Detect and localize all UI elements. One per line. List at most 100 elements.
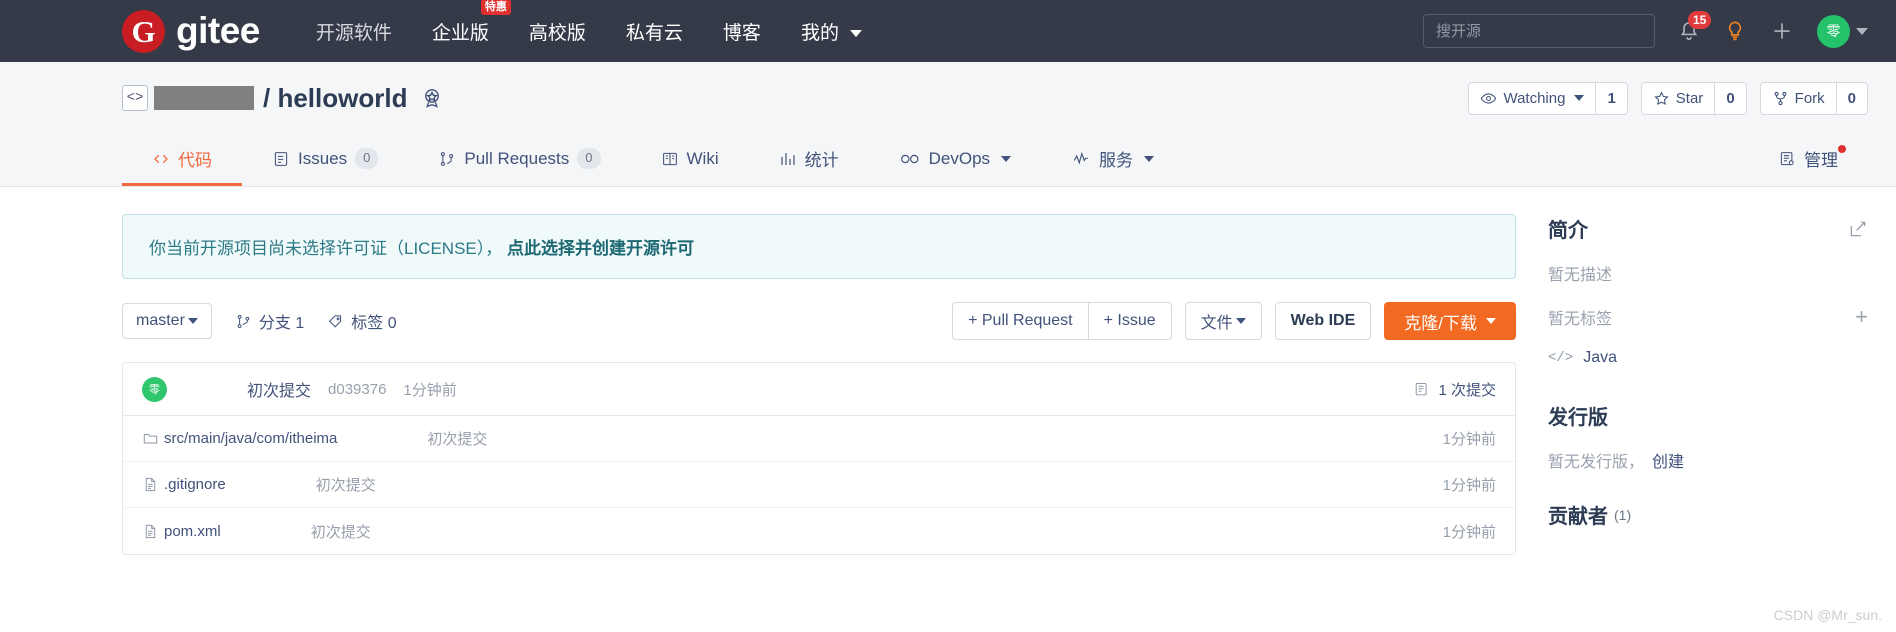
description-text: 暂无描述 bbox=[1548, 267, 1613, 284]
star-count[interactable]: 0 bbox=[1715, 81, 1747, 115]
search-input[interactable] bbox=[1423, 14, 1655, 48]
new-issue-button[interactable]: + Issue bbox=[1088, 302, 1172, 340]
nav-link-mine[interactable]: 我的 bbox=[800, 14, 863, 49]
notifications-button[interactable]: 15 bbox=[1677, 11, 1712, 43]
star-button-group: Star 0 bbox=[1640, 81, 1747, 115]
create-buttons-group: + Pull Request + Issue bbox=[952, 302, 1172, 340]
license-notice-banner: 你当前开源项目尚未选择许可证（LICENSE）， 点此选择并创建开源许可 bbox=[122, 214, 1516, 279]
nav-link-opensource[interactable]: 开源软件 bbox=[316, 14, 392, 49]
tab-pull-requests[interactable]: Pull Requests 0 bbox=[408, 134, 630, 186]
top-nav-right-group: 15 零 bbox=[1423, 11, 1868, 48]
latest-commit-row: 零 初次提交 d039376 1分钟前 1 次提交 bbox=[123, 363, 1515, 416]
branch-selector-label: master bbox=[136, 312, 185, 329]
tab-wiki[interactable]: Wiki bbox=[631, 134, 749, 186]
commit-sha[interactable]: d039376 bbox=[328, 381, 386, 398]
no-releases-text: 暂无发行版， bbox=[1548, 454, 1645, 471]
file-time: 1分钟前 bbox=[1442, 477, 1496, 494]
page-body: 你当前开源项目尚未选择许可证（LICENSE）， 点此选择并创建开源许可 mas… bbox=[0, 187, 1896, 555]
user-menu-button[interactable]: 零 bbox=[1817, 14, 1868, 48]
nav-link-label: 我的 bbox=[800, 22, 839, 44]
releases-heading: 发行版 bbox=[1548, 401, 1868, 430]
tab-issues[interactable]: Issues 0 bbox=[242, 134, 408, 186]
tab-code[interactable]: 代码 bbox=[122, 134, 242, 186]
star-button[interactable]: Star bbox=[1640, 81, 1716, 115]
repo-path-separator: / bbox=[263, 82, 271, 113]
new-pull-request-button[interactable]: + Pull Request bbox=[952, 302, 1089, 340]
manage-notification-dot bbox=[1838, 145, 1846, 153]
eye-icon bbox=[1481, 92, 1497, 104]
tab-devops[interactable]: DevOps bbox=[869, 134, 1041, 186]
chevron-down-icon bbox=[1235, 318, 1246, 324]
table-row[interactable]: pom.xml 初次提交 1分钟前 bbox=[123, 508, 1515, 554]
chevron-down-icon bbox=[187, 318, 198, 324]
clone-download-button[interactable]: 克隆/下载 bbox=[1384, 302, 1516, 340]
nav-link-label: 开源软件 bbox=[315, 22, 392, 44]
create-new-button[interactable] bbox=[1769, 18, 1795, 44]
contributors-count: (1) bbox=[1614, 506, 1632, 523]
intro-heading: 简介 bbox=[1548, 214, 1868, 243]
sidebar-section-contributors: 贡献者 (1) bbox=[1548, 500, 1868, 529]
tags-link[interactable]: 标签 0 bbox=[327, 309, 397, 333]
file-time: 1分钟前 bbox=[1442, 431, 1496, 448]
fork-button[interactable]: Fork bbox=[1759, 81, 1837, 115]
nav-link-blog[interactable]: 博客 bbox=[723, 14, 761, 49]
fork-count[interactable]: 0 bbox=[1836, 81, 1868, 115]
watch-count[interactable]: 1 bbox=[1596, 81, 1628, 115]
branch-selector[interactable]: master bbox=[122, 303, 212, 339]
branch-icon bbox=[237, 314, 250, 328]
files-menu-button[interactable]: 文件 bbox=[1184, 302, 1262, 340]
repository-title-row: <> / helloworld Watching 1 Star 0 Fork 0 bbox=[122, 62, 1868, 134]
watch-button[interactable]: Watching bbox=[1468, 81, 1597, 115]
commit-count-label: 1 次提交 bbox=[1438, 381, 1496, 399]
tab-label: 代码 bbox=[178, 151, 212, 170]
ideas-button[interactable] bbox=[1723, 19, 1747, 43]
file-name[interactable]: src/main/java/com/itheima bbox=[164, 430, 337, 447]
repo-award-badge[interactable] bbox=[420, 86, 444, 110]
pulse-icon bbox=[1073, 151, 1088, 165]
sidebar-section-intro: 简介 暂无描述 暂无标签 + </> Java bbox=[1548, 214, 1868, 367]
repo-owner-redacted[interactable] bbox=[154, 86, 254, 110]
repo-name-label[interactable]: helloworld bbox=[277, 83, 407, 113]
branches-link[interactable]: 分支 1 bbox=[235, 309, 304, 333]
tab-count-badge: 0 bbox=[577, 148, 601, 169]
page-title: / helloworld bbox=[263, 83, 407, 114]
avatar: 零 bbox=[1817, 14, 1850, 48]
chevron-down-icon bbox=[1144, 155, 1155, 162]
language-label: Java bbox=[1583, 349, 1618, 366]
table-row[interactable]: src/main/java/com/itheima 初次提交 1分钟前 bbox=[123, 416, 1515, 462]
web-ide-button[interactable]: Web IDE bbox=[1274, 302, 1372, 340]
files-menu-label: 文件 bbox=[1200, 315, 1233, 332]
lightbulb-icon bbox=[1728, 21, 1742, 41]
chevron-down-icon bbox=[1574, 95, 1585, 101]
repo-language[interactable]: </> Java bbox=[1548, 349, 1868, 367]
add-tag-button[interactable]: + bbox=[1855, 306, 1868, 328]
create-release-link[interactable]: 创建 bbox=[1652, 448, 1684, 472]
commit-author-avatar[interactable]: 零 bbox=[142, 376, 167, 402]
watch-button-group: Watching 1 bbox=[1468, 81, 1628, 115]
tab-statistics[interactable]: 统计 bbox=[749, 134, 869, 186]
repository-sidebar: 简介 暂无描述 暂无标签 + </> Java 发行版 暂无发行版， 创建 贡献… bbox=[1548, 187, 1868, 555]
table-row[interactable]: .gitignore 初次提交 1分钟前 bbox=[123, 462, 1515, 508]
tab-manage[interactable]: 管理 bbox=[1748, 134, 1868, 186]
chevron-down-icon bbox=[1486, 318, 1496, 324]
fork-icon bbox=[1774, 91, 1787, 105]
file-name[interactable]: pom.xml bbox=[164, 523, 221, 540]
edit-intro-button[interactable] bbox=[1848, 219, 1868, 239]
commit-message[interactable]: 初次提交 bbox=[247, 377, 311, 401]
book-icon bbox=[662, 152, 677, 165]
file-commit-message: 初次提交 bbox=[427, 431, 488, 448]
create-license-link[interactable]: 点此选择并创建开源许可 bbox=[507, 239, 694, 258]
fork-label: Fork bbox=[1794, 89, 1825, 107]
tab-label: Pull Requests bbox=[464, 148, 570, 168]
chevron-down-icon bbox=[850, 29, 863, 37]
repo-description: 暂无描述 bbox=[1548, 261, 1868, 285]
tab-services[interactable]: 服务 bbox=[1041, 134, 1184, 186]
nav-link-privatecloud[interactable]: 私有云 bbox=[626, 14, 683, 49]
nav-link-campus[interactable]: 高校版 bbox=[529, 14, 586, 49]
commit-count-link[interactable]: 1 次提交 bbox=[1413, 379, 1496, 400]
gitee-logo[interactable]: G gitee bbox=[122, 9, 260, 53]
file-name[interactable]: .gitignore bbox=[164, 476, 226, 493]
nav-link-enterprise[interactable]: 企业版 特惠 bbox=[432, 0, 511, 49]
tab-label: Issues bbox=[298, 148, 348, 168]
repository-toolbar: master 分支 1 标签 0 + Pull Request + Issue … bbox=[122, 302, 1516, 340]
